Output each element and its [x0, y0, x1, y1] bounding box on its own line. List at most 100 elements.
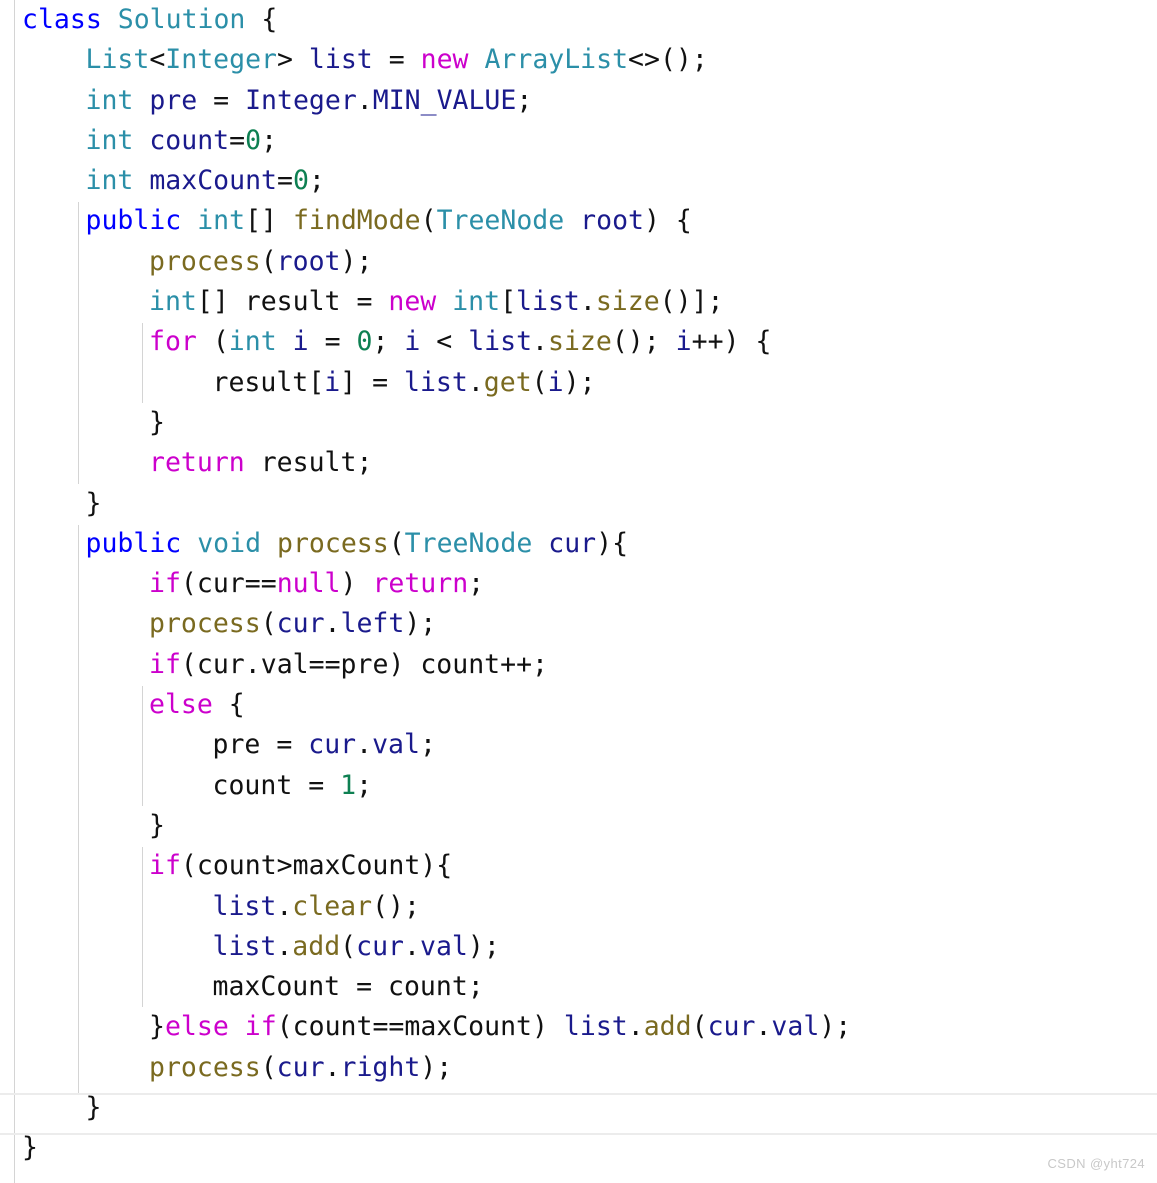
- code-token: else: [149, 689, 213, 721]
- code-line[interactable]: List<Integer> list = new ArrayList<>();: [0, 40, 1157, 80]
- code-token: if: [149, 648, 181, 680]
- code-token: cur: [196, 568, 245, 600]
- code-token: int: [452, 286, 501, 318]
- code-token: }: [85, 487, 102, 519]
- code-token: Integer: [245, 84, 357, 116]
- code-token: (: [260, 245, 277, 277]
- code-token: ;: [356, 769, 373, 801]
- code-line[interactable]: for (int i = 0; i < list.size(); i++) {: [0, 322, 1157, 362]
- code-token: cur: [276, 608, 325, 640]
- code-token: new: [420, 44, 469, 76]
- code-token: val: [260, 648, 309, 680]
- code-token: ): [532, 1011, 564, 1043]
- code-token: );: [340, 245, 373, 277]
- code-token: (: [260, 1051, 277, 1083]
- code-token: }: [149, 1011, 165, 1043]
- code-line[interactable]: }: [0, 403, 1157, 443]
- code-token: process: [277, 527, 389, 559]
- code-token: size: [595, 286, 660, 318]
- code-token: ;: [356, 447, 373, 479]
- code-token: cur: [356, 930, 405, 962]
- code-line[interactable]: list.add(cur.val);: [0, 927, 1157, 967]
- code-line[interactable]: maxCount = count;: [0, 967, 1157, 1007]
- code-line[interactable]: public void process(TreeNode cur){: [0, 524, 1157, 564]
- code-token: list: [468, 326, 533, 358]
- code-token: result: [212, 366, 309, 398]
- code-token: if: [244, 1011, 277, 1043]
- code-line[interactable]: }: [0, 1128, 1157, 1168]
- code-token: ==: [372, 1011, 405, 1043]
- code-token: .: [356, 729, 373, 761]
- code-token: left: [340, 608, 405, 640]
- code-token: (: [196, 326, 229, 358]
- code-line[interactable]: int count=0;: [0, 121, 1157, 161]
- code-token: null: [276, 568, 341, 600]
- code-token: public: [85, 205, 182, 237]
- code-line[interactable]: list.clear();: [0, 887, 1157, 927]
- code-line[interactable]: public int[] findMode(TreeNode root) {: [0, 201, 1157, 241]
- code-token: list: [212, 930, 277, 962]
- code-token: .: [755, 1011, 772, 1043]
- code-token: (: [276, 1011, 293, 1043]
- code-token: ;: [419, 729, 436, 761]
- code-token: Solution: [117, 4, 246, 35]
- code-line[interactable]: else {: [0, 685, 1157, 725]
- code-line[interactable]: int maxCount=0;: [0, 161, 1157, 201]
- code-line[interactable]: }: [0, 1088, 1157, 1128]
- code-token: ){: [596, 527, 629, 559]
- code-line[interactable]: pre = cur.val;: [0, 725, 1157, 765]
- code-token: =: [197, 84, 246, 116]
- code-line[interactable]: process(root);: [0, 242, 1157, 282]
- code-token: i: [675, 326, 692, 358]
- code-line[interactable]: }else if(count==maxCount) list.add(cur.v…: [0, 1007, 1157, 1047]
- code-token: 0: [245, 124, 262, 156]
- code-token: 0: [292, 165, 309, 197]
- code-line[interactable]: }: [0, 806, 1157, 846]
- code-token: root: [580, 205, 644, 237]
- code-token: ;: [516, 84, 533, 116]
- code-line[interactable]: count = 1;: [0, 766, 1157, 806]
- code-content[interactable]: class Solution {List<Integer> list = new…: [0, 0, 1157, 1169]
- code-token: count: [292, 1011, 373, 1043]
- code-token: [: [500, 286, 517, 318]
- code-token: val: [419, 930, 468, 962]
- code-token: list: [404, 366, 468, 398]
- code-line[interactable]: if(cur.val==pre) count++;: [0, 645, 1157, 685]
- code-token: pre: [340, 648, 389, 680]
- code-token: result: [244, 286, 341, 318]
- code-line[interactable]: return result;: [0, 443, 1157, 483]
- code-line[interactable]: class Solution {: [0, 0, 1157, 40]
- code-editor[interactable]: class Solution {List<Integer> list = new…: [0, 0, 1157, 1183]
- code-token: []: [245, 205, 293, 237]
- code-token: process: [149, 608, 261, 640]
- code-token: list: [516, 286, 580, 318]
- code-line[interactable]: int[] result = new int[list.size()];: [0, 282, 1157, 322]
- code-token: count: [149, 124, 230, 156]
- code-token: ArrayList: [484, 44, 629, 76]
- code-line[interactable]: process(cur.right);: [0, 1048, 1157, 1088]
- code-token: }: [149, 809, 165, 841]
- code-token: 1: [340, 769, 357, 801]
- code-line[interactable]: if(cur==null) return;: [0, 564, 1157, 604]
- code-token: ();: [372, 890, 420, 922]
- code-line[interactable]: }: [0, 484, 1157, 524]
- code-token: [: [308, 366, 325, 398]
- code-token: int: [85, 124, 134, 156]
- code-line[interactable]: int pre = Integer.MIN_VALUE;: [0, 81, 1157, 121]
- code-token: }: [149, 406, 165, 438]
- code-token: []: [196, 286, 245, 318]
- code-token: .: [324, 1051, 341, 1083]
- code-line[interactable]: if(count>maxCount){: [0, 846, 1157, 886]
- code-token: i: [404, 326, 421, 358]
- code-line[interactable]: process(cur.left);: [0, 604, 1157, 644]
- code-token: list: [563, 1011, 628, 1043]
- code-line[interactable]: result[i] = list.get(i);: [0, 363, 1157, 403]
